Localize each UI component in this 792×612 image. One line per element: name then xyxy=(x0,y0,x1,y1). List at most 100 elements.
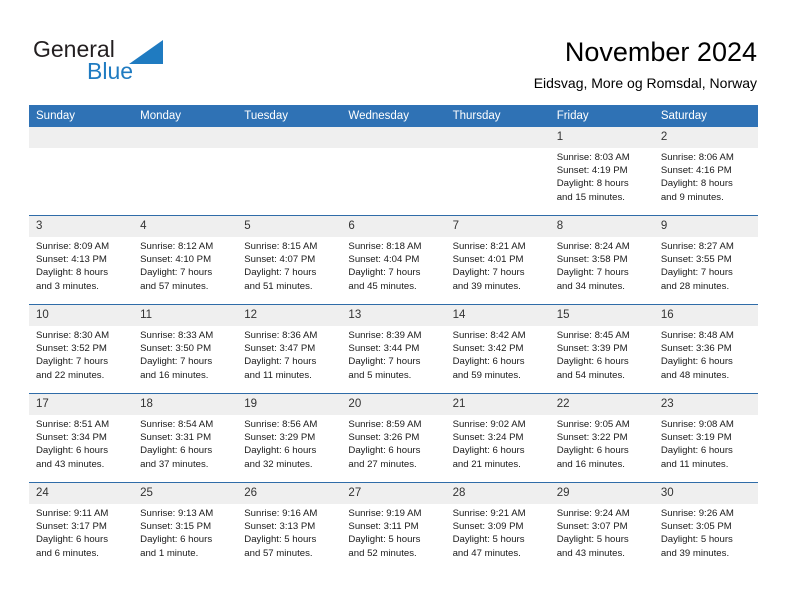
sunset-text: Sunset: 3:17 PM xyxy=(36,521,107,533)
calendar-day-cell[interactable]: 17 Sunrise: 8:51 AM Sunset: 3:34 PM Dayligh… xyxy=(29,393,134,483)
daylight-text-line2: and 51 minutes. xyxy=(244,280,313,292)
daylight-text-line2: and 5 minutes. xyxy=(348,369,412,381)
day-details: Sunrise: 8:18 AM Sunset: 4:04 PM Daylight:… xyxy=(341,237,445,293)
sunrise-text: Sunrise: 8:39 AM xyxy=(348,330,422,341)
day-number: 8 xyxy=(549,216,654,237)
day-details: Sunrise: 8:03 AM Sunset: 4:19 PM Daylight:… xyxy=(550,148,654,204)
day-number: 30 xyxy=(653,483,758,504)
weekday-header-friday: Friday xyxy=(549,105,654,127)
daylight-text-line2: and 11 minutes. xyxy=(244,369,312,381)
day-details: Sunrise: 8:09 AM Sunset: 4:13 PM Daylight:… xyxy=(29,237,133,293)
day-number: 28 xyxy=(445,483,550,504)
calendar-day-cell[interactable]: 12 Sunrise: 8:36 AM Sunset: 3:47 PM Dayligh… xyxy=(237,304,342,394)
sunrise-text: Sunrise: 8:27 AM xyxy=(660,241,734,252)
calendar-day-cell[interactable]: 19 Sunrise: 8:56 AM Sunset: 3:29 PM Dayligh… xyxy=(237,393,342,483)
day-number: 19 xyxy=(237,394,342,415)
day-number: 25 xyxy=(133,483,238,504)
sunrise-text: Sunrise: 8:12 AM xyxy=(140,241,214,252)
sunset-text: Sunset: 3:13 PM xyxy=(244,521,316,533)
sunrise-text: Sunrise: 9:08 AM xyxy=(660,419,734,430)
calendar-day-cell[interactable]: 14 Sunrise: 8:42 AM Sunset: 3:42 PM Dayligh… xyxy=(445,304,550,394)
calendar-day-cell[interactable]: 4 Sunrise: 8:12 AM Sunset: 4:10 PM Daylight… xyxy=(133,215,238,305)
daylight-text-line2: and 16 minutes. xyxy=(140,369,209,381)
calendar-day-cell[interactable]: 20 Sunrise: 8:59 AM Sunset: 3:26 PM Dayligh… xyxy=(341,393,446,483)
day-number: 7 xyxy=(445,216,550,237)
sunrise-text: Sunrise: 8:59 AM xyxy=(348,419,422,430)
sunrise-text: Sunrise: 8:03 AM xyxy=(556,152,630,163)
calendar-day-cell[interactable]: 1 Sunrise: 8:03 AM Sunset: 4:19 PM Daylight… xyxy=(549,127,654,216)
calendar-day-cell[interactable]: 11 Sunrise: 8:33 AM Sunset: 3:50 PM Dayligh… xyxy=(133,304,238,394)
day-details: Sunrise: 8:24 AM Sunset: 3:58 PM Daylight:… xyxy=(550,237,654,293)
calendar-day-cell[interactable]: 25 Sunrise: 9:13 AM Sunset: 3:15 PM Dayligh… xyxy=(133,482,238,571)
calendar-day-cell[interactable]: 24 Sunrise: 9:11 AM Sunset: 3:17 PM Dayligh… xyxy=(29,482,134,571)
day-number: 17 xyxy=(29,394,134,415)
calendar-day-cell[interactable]: 15 Sunrise: 8:45 AM Sunset: 3:39 PM Dayligh… xyxy=(549,304,654,394)
calendar-day-cell[interactable]: 3 Sunrise: 8:09 AM Sunset: 4:13 PM Daylight… xyxy=(29,215,134,305)
sunrise-text: Sunrise: 8:56 AM xyxy=(244,419,318,430)
triangle-flag-icon xyxy=(129,40,163,64)
daylight-text-line2: and 43 minutes. xyxy=(36,458,105,470)
calendar-day-cell[interactable]: 29 Sunrise: 9:24 AM Sunset: 3:07 PM Dayligh… xyxy=(549,482,654,571)
day-details: Sunrise: 8:42 AM Sunset: 3:42 PM Daylight:… xyxy=(446,326,550,382)
daylight-text-line1: Daylight: 7 hours xyxy=(140,356,213,368)
daylight-text-line1: Daylight: 5 hours xyxy=(556,534,629,546)
calendar-day-cell[interactable]: 18 Sunrise: 8:54 AM Sunset: 3:31 PM Dayligh… xyxy=(133,393,238,483)
calendar-day-cell[interactable]: 23 Sunrise: 9:08 AM Sunset: 3:19 PM Dayligh… xyxy=(653,393,758,483)
calendar-day-cell[interactable]: 21 Sunrise: 9:02 AM Sunset: 3:24 PM Dayligh… xyxy=(445,393,550,483)
sunset-text: Sunset: 3:52 PM xyxy=(36,343,107,355)
sunset-text: Sunset: 4:01 PM xyxy=(452,254,524,266)
day-details: Sunrise: 8:15 AM Sunset: 4:07 PM Daylight:… xyxy=(237,237,341,293)
calendar-day-cell[interactable]: 5 Sunrise: 8:15 AM Sunset: 4:07 PM Daylight… xyxy=(237,215,342,305)
daylight-text-line1: Daylight: 6 hours xyxy=(660,445,733,457)
calendar-day-cell[interactable]: 2 Sunrise: 8:06 AM Sunset: 4:16 PM Daylight… xyxy=(653,127,758,216)
daylight-text-line1: Daylight: 6 hours xyxy=(140,534,213,546)
page-header: General Blue November 2024 Eidsvag, More… xyxy=(0,0,792,104)
calendar-day-cell[interactable]: 6 Sunrise: 8:18 AM Sunset: 4:04 PM Daylight… xyxy=(341,215,446,305)
sunset-text: Sunset: 4:19 PM xyxy=(556,165,628,177)
calendar-day-cell[interactable]: 28 Sunrise: 9:21 AM Sunset: 3:09 PM Dayligh… xyxy=(445,482,550,571)
daylight-text-line1: Daylight: 8 hours xyxy=(556,178,629,190)
title-block: November 2024 Eidsvag, More og Romsdal, … xyxy=(534,36,757,92)
daylight-text-line2: and 39 minutes. xyxy=(452,280,521,292)
day-details: Sunrise: 9:16 AM Sunset: 3:13 PM Daylight:… xyxy=(237,504,341,560)
day-details: Sunrise: 9:13 AM Sunset: 3:15 PM Daylight:… xyxy=(133,504,237,560)
daylight-text-line2: and 21 minutes. xyxy=(452,458,521,470)
daylight-text-line2: and 1 minute. xyxy=(140,547,199,559)
daylight-text-line2: and 9 minutes. xyxy=(660,191,724,203)
sunset-text: Sunset: 3:47 PM xyxy=(244,343,316,355)
daylight-text-line1: Daylight: 7 hours xyxy=(348,267,421,279)
calendar-day-cell[interactable]: 22 Sunrise: 9:05 AM Sunset: 3:22 PM Dayligh… xyxy=(549,393,654,483)
calendar-day-cell[interactable]: 27 Sunrise: 9:19 AM Sunset: 3:11 PM Dayligh… xyxy=(341,482,446,571)
daylight-text-line1: Daylight: 5 hours xyxy=(660,534,733,546)
daylight-text-line2: and 48 minutes. xyxy=(660,369,730,381)
daylight-text-line2: and 43 minutes. xyxy=(556,547,625,559)
page-title: November 2024 xyxy=(564,37,757,67)
sunrise-text: Sunrise: 8:24 AM xyxy=(556,241,630,252)
brand-name-blue: Blue xyxy=(87,58,134,84)
sunrise-text: Sunrise: 8:21 AM xyxy=(452,241,526,252)
calendar-week-row: 24 Sunrise: 9:11 AM Sunset: 3:17 PM Dayligh… xyxy=(29,482,758,571)
sunset-text: Sunset: 3:42 PM xyxy=(452,343,524,355)
sunrise-text: Sunrise: 8:54 AM xyxy=(140,419,214,430)
calendar-week-row: 17 Sunrise: 8:51 AM Sunset: 3:34 PM Dayligh… xyxy=(29,393,758,483)
calendar-day-cell[interactable]: 13 Sunrise: 8:39 AM Sunset: 3:44 PM Dayligh… xyxy=(341,304,446,394)
day-number xyxy=(133,127,238,148)
daylight-text-line2: and 27 minutes. xyxy=(348,458,417,470)
sunrise-text: Sunrise: 9:16 AM xyxy=(244,508,318,519)
calendar-day-cell-empty xyxy=(133,127,238,216)
calendar-day-cell[interactable]: 30 Sunrise: 9:26 AM Sunset: 3:05 PM Dayligh… xyxy=(653,482,758,571)
sunset-text: Sunset: 3:19 PM xyxy=(660,432,732,444)
calendar-day-cell[interactable]: 7 Sunrise: 8:21 AM Sunset: 4:01 PM Daylight… xyxy=(445,215,550,305)
day-number: 24 xyxy=(29,483,134,504)
calendar-day-cell[interactable]: 26 Sunrise: 9:16 AM Sunset: 3:13 PM Dayligh… xyxy=(237,482,342,571)
daylight-text-line1: Daylight: 6 hours xyxy=(556,445,629,457)
calendar-day-cell[interactable]: 10 Sunrise: 8:30 AM Sunset: 3:52 PM Dayligh… xyxy=(29,304,134,394)
brand-logo[interactable]: General Blue xyxy=(33,36,223,92)
calendar-day-cell[interactable]: 16 Sunrise: 8:48 AM Sunset: 3:36 PM Dayligh… xyxy=(653,304,758,394)
daylight-text-line2: and 45 minutes. xyxy=(348,280,417,292)
day-number: 11 xyxy=(133,305,238,326)
calendar-day-cell[interactable]: 9 Sunrise: 8:27 AM Sunset: 3:55 PM Daylight… xyxy=(653,215,758,305)
sunrise-text: Sunrise: 8:36 AM xyxy=(244,330,318,341)
calendar-day-cell[interactable]: 8 Sunrise: 8:24 AM Sunset: 3:58 PM Daylight… xyxy=(549,215,654,305)
day-details: Sunrise: 8:45 AM Sunset: 3:39 PM Daylight:… xyxy=(550,326,654,382)
